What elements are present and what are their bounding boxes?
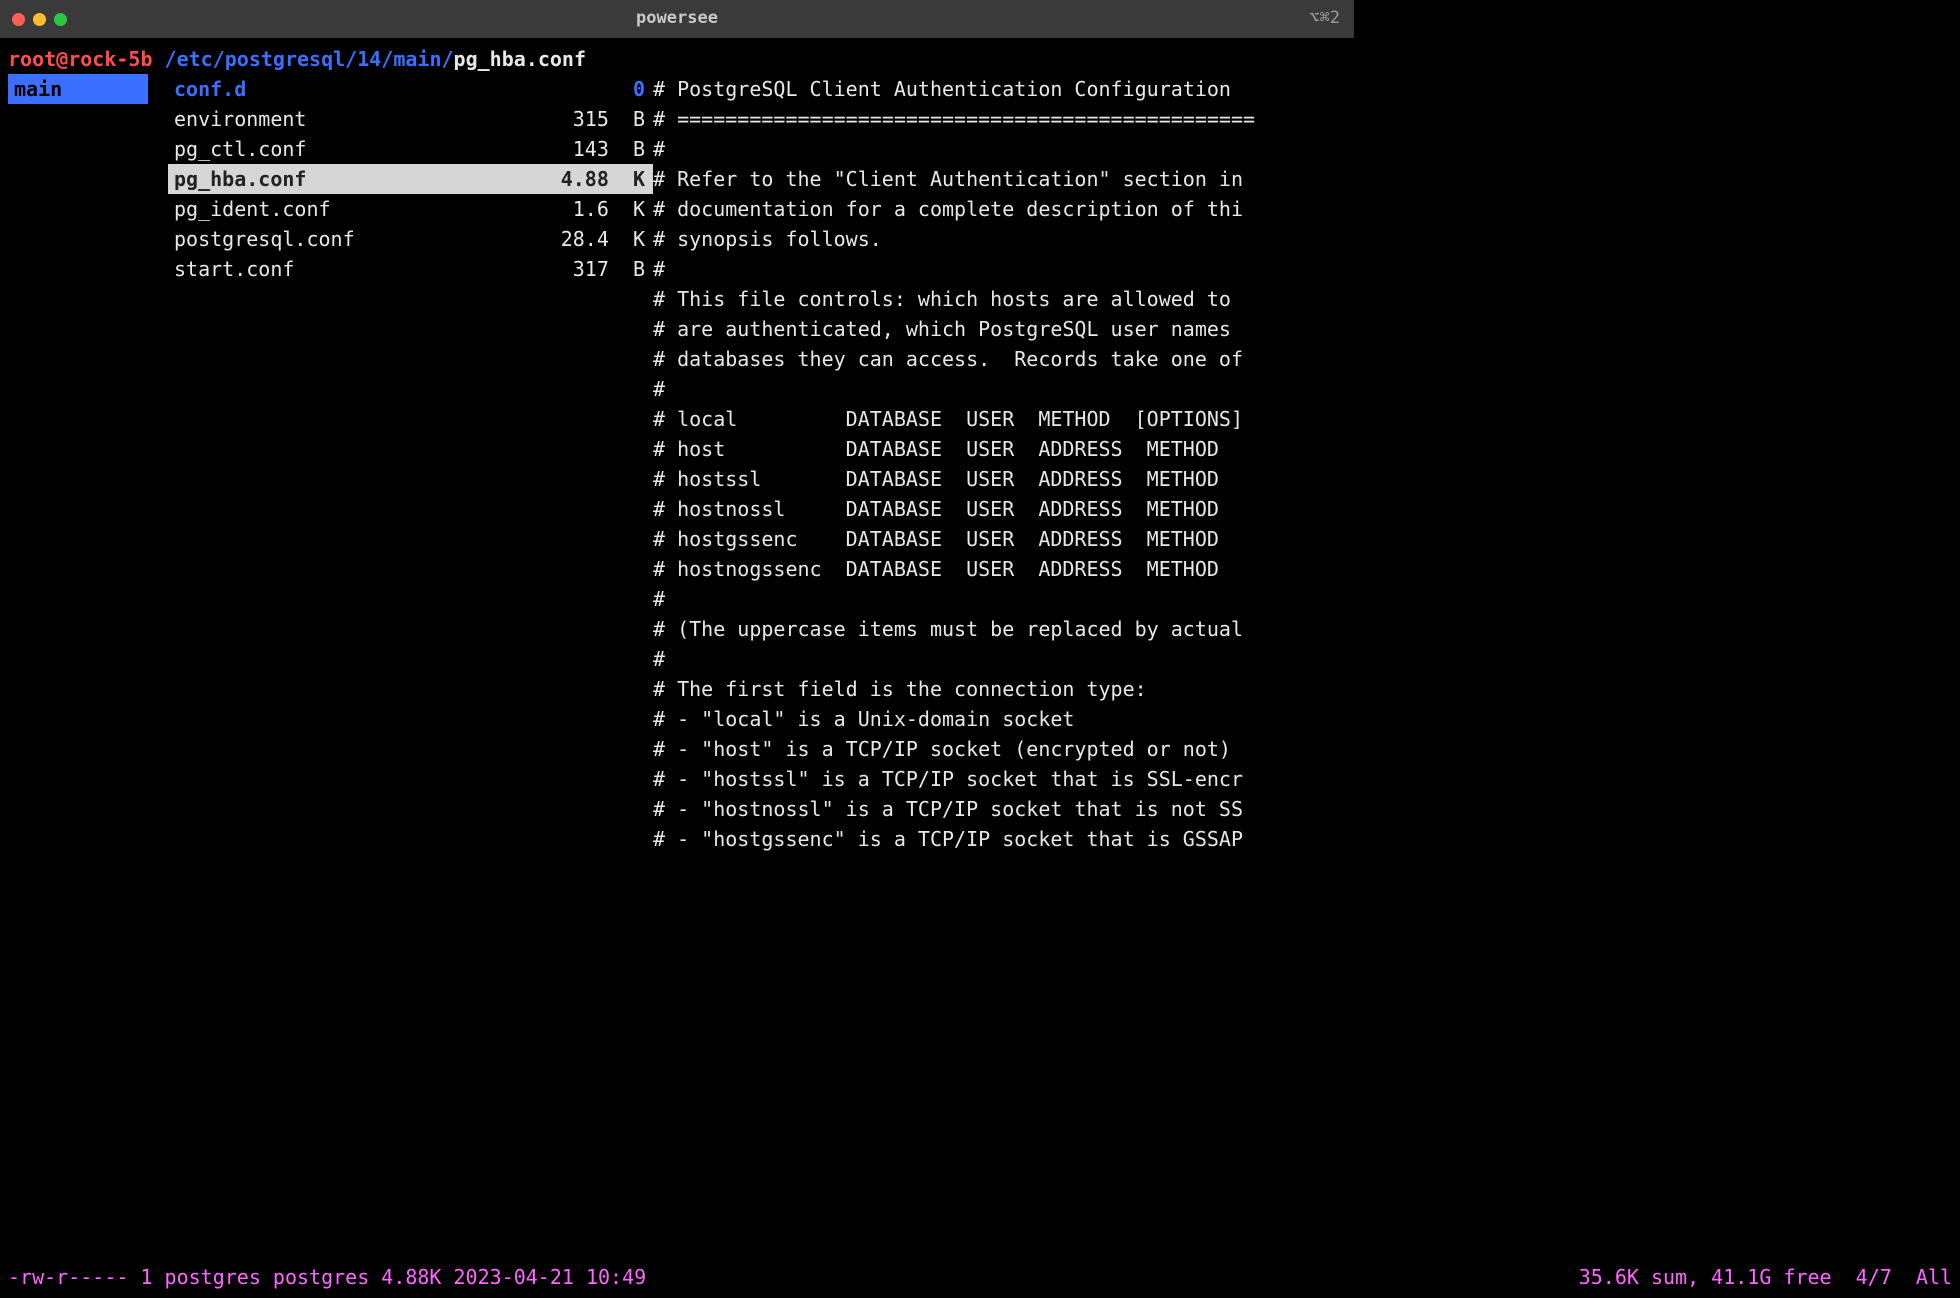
window-title: powersee	[636, 6, 718, 32]
parent-dir-column[interactable]: main	[8, 74, 168, 854]
window-shortcut-indicator: ⌥⌘2	[1309, 6, 1340, 32]
file-row[interactable]: environment 315 B	[168, 104, 653, 134]
file-list-column[interactable]: conf.d0environment315 Bpg_ctl.conf143 Bp…	[168, 74, 653, 854]
file-size: 315 B	[573, 104, 645, 134]
file-size: 0	[633, 74, 645, 104]
file-size: 1.6 K	[573, 194, 645, 224]
status-right: 35.6K sum, 41.1G free 4/7 All	[1579, 1262, 1952, 1292]
minimize-button[interactable]	[33, 13, 46, 26]
file-row[interactable]: conf.d 0	[168, 74, 653, 104]
traffic-lights	[12, 13, 67, 26]
file-row[interactable]: pg_ident.conf 1.6 K	[168, 194, 653, 224]
file-size: 143 B	[573, 134, 645, 164]
file-name: start.conf	[174, 254, 294, 284]
ranger-columns: main conf.d 0 environment 315 B pg_ctl.conf 1…	[0, 74, 1354, 854]
file-size: 4.88 K	[561, 164, 645, 194]
file-row[interactable]: start.conf 317 B	[168, 254, 653, 284]
file-size: 28.4 K	[561, 224, 645, 254]
file-name: conf.d	[174, 74, 246, 104]
file-row[interactable]: pg_ctl.conf 143 B	[168, 134, 653, 164]
file-name: pg_ident.conf	[174, 194, 331, 224]
prompt-user: root@rock-5b	[8, 47, 153, 71]
status-left: -rw-r----- 1 postgres postgres 4.88K 202…	[8, 1262, 646, 1292]
file-name: postgresql.conf	[174, 224, 355, 254]
terminal-content: root@rock-5b /etc/postgresql/14/main/pg_…	[0, 38, 1354, 854]
parent-dir-selected[interactable]: main	[8, 74, 148, 104]
prompt-current-file: pg_hba.conf	[454, 47, 586, 71]
path-line: root@rock-5b /etc/postgresql/14/main/pg_…	[0, 38, 1354, 74]
file-name: environment	[174, 104, 306, 134]
prompt-path: /etc/postgresql/14/main/	[153, 47, 454, 71]
file-preview-column: # PostgreSQL Client Authentication Confi…	[653, 74, 1346, 854]
file-name: pg_ctl.conf	[174, 134, 306, 164]
window-titlebar: powersee ⌥⌘2	[0, 0, 1354, 38]
file-row-selected[interactable]: pg_hba.conf 4.88 K	[168, 164, 653, 194]
maximize-button[interactable]	[54, 13, 67, 26]
file-name: pg_hba.conf	[174, 164, 306, 194]
file-size: 317 B	[573, 254, 645, 284]
file-row[interactable]: postgresql.conf 28.4 K	[168, 224, 653, 254]
close-button[interactable]	[12, 13, 25, 26]
status-bar: -rw-r----- 1 postgres postgres 4.88K 202…	[0, 1260, 1960, 1298]
